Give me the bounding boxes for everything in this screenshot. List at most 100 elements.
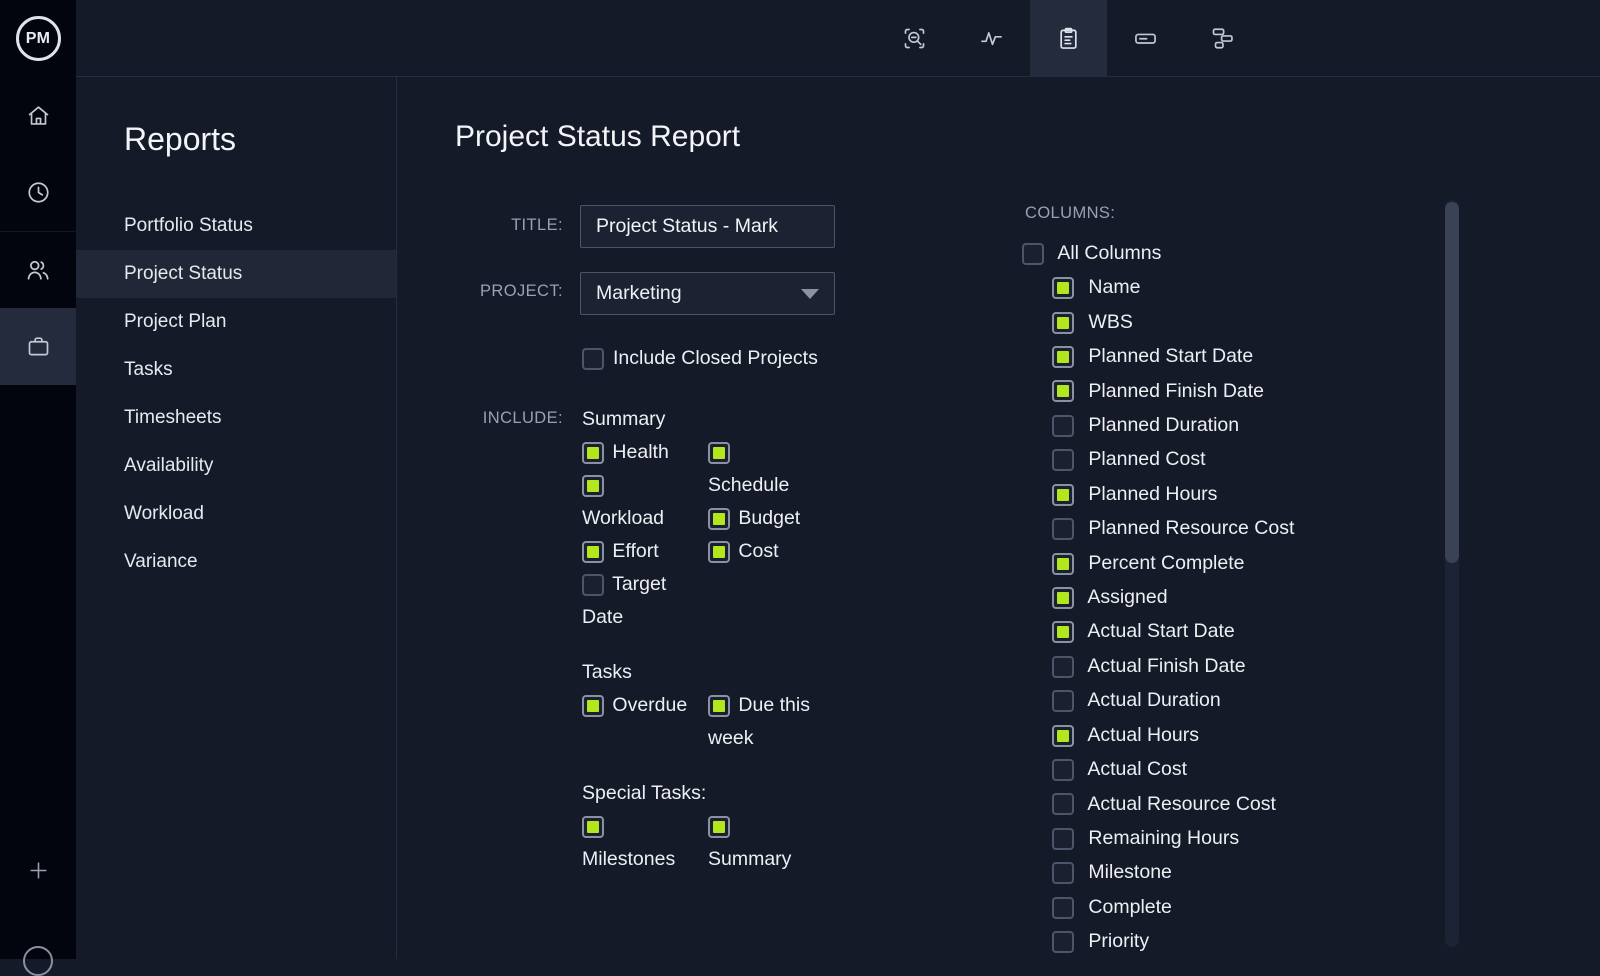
checkbox-actual-start-date[interactable] <box>1052 621 1074 643</box>
report-item-portfolio-status[interactable]: Portfolio Status <box>76 202 396 250</box>
checkbox-item-actual-cost[interactable]: Actual Cost <box>1052 752 1294 786</box>
checkbox-label: Summary <box>708 848 791 870</box>
report-item-project-status[interactable]: Project Status <box>76 250 396 298</box>
checkbox-planned-duration[interactable] <box>1052 415 1074 437</box>
scrollbar-track[interactable] <box>1445 200 1459 947</box>
checkbox-remaining-hours[interactable] <box>1052 828 1074 850</box>
report-item-workload[interactable]: Workload <box>76 490 396 538</box>
checkbox-actual-hours[interactable] <box>1052 725 1074 747</box>
checkbox-priority[interactable] <box>1052 931 1074 953</box>
checkbox-item-planned-cost[interactable]: Planned Cost <box>1052 442 1294 476</box>
checkbox-item-actual-duration[interactable]: Actual Duration <box>1052 683 1294 717</box>
scrollbar-thumb[interactable] <box>1445 202 1459 563</box>
checkbox-item-planned-duration[interactable]: Planned Duration <box>1052 408 1294 442</box>
report-item-availability[interactable]: Availability <box>76 442 396 490</box>
checkbox-item-actual-hours[interactable]: Actual Hours <box>1052 718 1294 752</box>
project-select[interactable]: Marketing <box>580 272 835 315</box>
include-closed-checkbox[interactable] <box>582 348 604 370</box>
checkbox-overdue[interactable] <box>582 695 604 717</box>
checkbox-item-percent-complete[interactable]: Percent Complete <box>1052 546 1294 580</box>
rail-item-projects[interactable] <box>0 308 76 385</box>
checkbox-item-assigned[interactable]: Assigned <box>1052 580 1294 614</box>
projects-icon <box>25 333 52 360</box>
checkbox-assigned[interactable] <box>1052 587 1074 609</box>
timeline-button[interactable] <box>1107 0 1184 77</box>
checkbox-item-actual-resource-cost[interactable]: Actual Resource Cost <box>1052 787 1294 821</box>
checkbox-item-planned-start-date[interactable]: Planned Start Date <box>1052 339 1294 373</box>
checkbox-item-due-this-week[interactable]: Due this week <box>708 689 814 755</box>
rail-item-time[interactable] <box>0 154 76 231</box>
checkbox-actual-duration[interactable] <box>1052 690 1074 712</box>
checkbox-item-remaining-hours[interactable]: Remaining Hours <box>1052 821 1294 855</box>
checkbox-due-this-week[interactable] <box>708 695 730 717</box>
title-field-label: TITLE: <box>397 216 563 235</box>
report-item-tasks[interactable]: Tasks <box>76 346 396 394</box>
help-bubble-icon[interactable] <box>23 946 53 976</box>
checkbox-target-date[interactable] <box>582 574 604 596</box>
checkbox-percent-complete[interactable] <box>1052 553 1074 575</box>
checkbox-item-overdue[interactable]: Overdue <box>582 689 688 722</box>
checkbox-item-priority[interactable]: Priority <box>1052 924 1294 958</box>
checkbox-item-target-date[interactable]: Target Date <box>582 568 688 634</box>
checkbox-item-planned-finish-date[interactable]: Planned Finish Date <box>1052 374 1294 408</box>
checkbox-item-all-columns[interactable]: All Columns <box>1022 236 1294 270</box>
checkbox-budget[interactable] <box>708 508 730 530</box>
checkbox-item-planned-hours[interactable]: Planned Hours <box>1052 477 1294 511</box>
checkbox-item-actual-start-date[interactable]: Actual Start Date <box>1052 614 1294 648</box>
checkbox-item-budget[interactable]: Budget <box>708 502 814 535</box>
checkbox-item-cost[interactable]: Cost <box>708 535 814 568</box>
checkbox-item-complete[interactable]: Complete <box>1052 890 1294 924</box>
activity-button[interactable] <box>953 0 1030 77</box>
checkbox-item-workload[interactable]: Workload <box>582 469 688 535</box>
checkbox-planned-start-date[interactable] <box>1052 346 1074 368</box>
checkbox-actual-finish-date[interactable] <box>1052 656 1074 678</box>
checkbox-label: Percent Complete <box>1088 552 1244 574</box>
add-button[interactable] <box>26 858 51 883</box>
checkbox-label: Planned Finish Date <box>1088 380 1264 402</box>
checkbox-item-planned-resource-cost[interactable]: Planned Resource Cost <box>1052 511 1294 545</box>
checkbox-effort[interactable] <box>582 541 604 563</box>
report-item-project-plan[interactable]: Project Plan <box>76 298 396 346</box>
title-input[interactable] <box>580 205 835 248</box>
checkbox-summary[interactable] <box>708 816 730 838</box>
app-logo[interactable]: PM <box>0 0 76 77</box>
checkbox-complete[interactable] <box>1052 897 1074 919</box>
include-group-heading: Special Tasks: <box>582 777 862 810</box>
checkbox-item-health[interactable]: Health <box>582 436 688 469</box>
checkbox-milestone[interactable] <box>1052 862 1074 884</box>
checkbox-workload[interactable] <box>582 475 604 497</box>
reports-button[interactable] <box>1030 0 1107 77</box>
include-closed-row[interactable]: Include Closed Projects <box>582 347 818 370</box>
checkbox-item-summary[interactable]: Summary <box>708 810 814 876</box>
checkbox-actual-cost[interactable] <box>1052 759 1074 781</box>
rail-item-home[interactable] <box>0 77 76 154</box>
checkbox-item-milestone[interactable]: Milestone <box>1052 855 1294 889</box>
checkbox-item-milestones[interactable]: Milestones <box>582 810 688 876</box>
checkbox-planned-finish-date[interactable] <box>1052 380 1074 402</box>
checkbox-item-schedule[interactable]: Schedule <box>708 436 814 502</box>
checkbox-wbs[interactable] <box>1052 312 1074 334</box>
checkbox-name[interactable] <box>1052 277 1074 299</box>
region-search-button[interactable] <box>876 0 953 77</box>
checkbox-schedule[interactable] <box>708 442 730 464</box>
checkbox-planned-hours[interactable] <box>1052 484 1074 506</box>
checkbox-item-name[interactable]: Name <box>1052 270 1294 304</box>
checkbox-item-effort[interactable]: Effort <box>582 535 688 568</box>
checkbox-milestones[interactable] <box>582 816 604 838</box>
checkbox-cost[interactable] <box>708 541 730 563</box>
include-group-grid: Health Workload Effort Target Date Sched… <box>582 436 862 634</box>
checkbox-all-columns[interactable] <box>1022 243 1044 265</box>
portfolio-button[interactable] <box>1184 0 1261 77</box>
report-item-timesheets[interactable]: Timesheets <box>76 394 396 442</box>
checkbox-planned-resource-cost[interactable] <box>1052 518 1074 540</box>
checkbox-health[interactable] <box>582 442 604 464</box>
checkbox-item-wbs[interactable]: WBS <box>1052 305 1294 339</box>
columns-section-label: COLUMNS: <box>1025 204 1115 223</box>
checkbox-item-actual-finish-date[interactable]: Actual Finish Date <box>1052 649 1294 683</box>
checkbox-label: Priority <box>1088 930 1149 952</box>
report-item-variance[interactable]: Variance <box>76 538 396 586</box>
checkbox-planned-cost[interactable] <box>1052 449 1074 471</box>
checkbox-label: Workload <box>582 507 664 529</box>
checkbox-actual-resource-cost[interactable] <box>1052 793 1074 815</box>
rail-item-team[interactable] <box>0 231 76 308</box>
